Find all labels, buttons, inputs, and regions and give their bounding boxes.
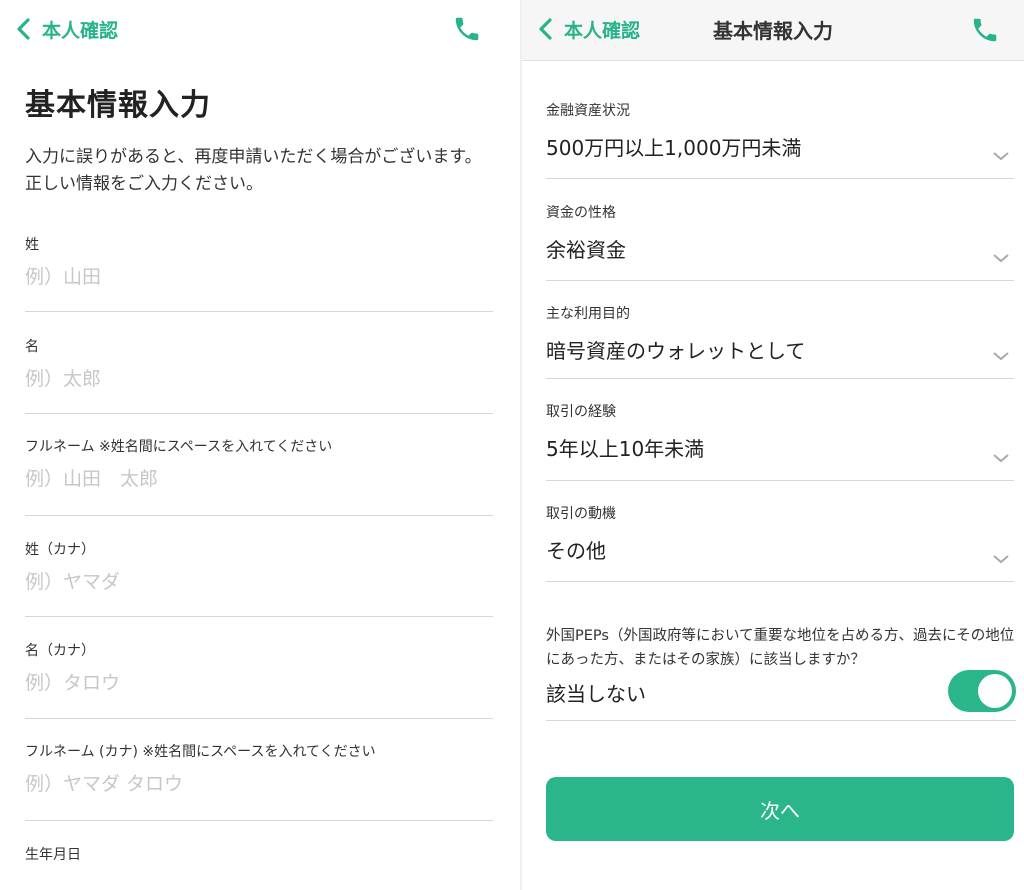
- chevron-down-icon: [993, 152, 1009, 161]
- nav-title: 基本情報入力: [713, 19, 833, 43]
- last-name-kana-field: 姓（カナ）: [25, 539, 493, 617]
- right-screen: 本人確認 基本情報入力 金融資産状況 500万円以上1,000万円未満 資金の性…: [522, 0, 1024, 890]
- last-name-kana-input[interactable]: [25, 571, 493, 593]
- peps-toggle[interactable]: [948, 670, 1016, 712]
- field-note: ※姓名間にスペースを入れてください: [142, 744, 376, 760]
- peps-question: 外国PEPs（外国政府等において重要な地位を占める方、過去にその地位にあった方、…: [546, 628, 1015, 668]
- full-name-kana-field: フルネーム (カナ) ※姓名間にスペースを入れてください: [25, 741, 493, 821]
- fund-nature-select[interactable]: 資金の性格 余裕資金: [546, 202, 1014, 281]
- field-label: 資金の性格: [546, 205, 616, 221]
- nav-bar: 本人確認: [0, 0, 520, 58]
- field-label: 金融資産状況: [546, 103, 630, 119]
- field-label: 取引の経験: [546, 404, 616, 420]
- field-label: フルネーム (カナ) ※姓名間にスペースを入れてください: [25, 741, 493, 761]
- select-value: その他: [546, 539, 606, 563]
- trading-motive-select[interactable]: 取引の動機 その他: [546, 503, 1014, 582]
- phone-icon[interactable]: [970, 15, 1000, 45]
- select-value: 5年以上10年未満: [546, 437, 705, 461]
- chevron-down-icon: [993, 254, 1009, 263]
- trading-experience-select[interactable]: 取引の経験 5年以上10年未満: [546, 401, 1014, 481]
- last-name-field: 姓: [25, 234, 493, 312]
- full-name-field: フルネーム ※姓名間にスペースを入れてください: [25, 436, 493, 516]
- left-screen: 本人確認 基本情報入力 入力に誤りがあると、再度申請いただく場合がございます。正…: [0, 0, 520, 890]
- financial-assets-select[interactable]: 金融資産状況 500万円以上1,000万円未満: [546, 100, 1014, 179]
- field-label-text: フルネーム (カナ): [25, 744, 138, 760]
- full-name-input[interactable]: [25, 468, 493, 490]
- first-name-field: 名: [25, 336, 493, 414]
- peps-answer: 該当しない: [546, 682, 646, 706]
- next-button[interactable]: 次へ: [546, 777, 1014, 841]
- first-name-kana-field: 名（カナ）: [25, 640, 493, 719]
- field-label: 姓: [25, 237, 39, 253]
- toggle-knob: [978, 674, 1012, 708]
- field-label: 姓（カナ）: [25, 542, 95, 558]
- chevron-down-icon: [993, 454, 1009, 463]
- lead-text: 入力に誤りがあると、再度申請いただく場合がございます。正しい情報をご入力ください…: [25, 147, 482, 194]
- last-name-input[interactable]: [25, 266, 493, 288]
- first-name-input[interactable]: [25, 368, 493, 390]
- page-title: 基本情報入力: [25, 88, 211, 123]
- field-label: 取引の動機: [546, 506, 616, 522]
- first-name-kana-input[interactable]: [25, 672, 493, 694]
- field-note: ※姓名間にスペースを入れてください: [99, 439, 333, 455]
- field-label-text: フルネーム: [25, 439, 95, 455]
- field-label: 名: [25, 339, 39, 355]
- chevron-down-icon: [993, 555, 1009, 564]
- chevron-down-icon: [993, 352, 1009, 361]
- back-label: 本人確認: [42, 19, 119, 42]
- select-value: 暗号資産のウォレットとして: [546, 339, 806, 363]
- select-value: 余裕資金: [546, 238, 626, 262]
- nav-bar: 本人確認 基本情報入力: [522, 0, 1024, 61]
- full-name-kana-input[interactable]: [25, 773, 493, 795]
- select-value: 500万円以上1,000万円未満: [546, 136, 802, 160]
- field-label: 名（カナ）: [25, 643, 95, 659]
- chevron-left-icon: [17, 18, 30, 40]
- field-label: フルネーム ※姓名間にスペースを入れてください: [25, 436, 493, 456]
- field-label: 生年月日: [25, 847, 81, 863]
- peps-toggle-row: 該当しない: [546, 668, 1016, 721]
- field-label: 主な利用目的: [546, 306, 630, 322]
- birthdate-field[interactable]: 生年月日: [25, 844, 493, 884]
- usage-purpose-select[interactable]: 主な利用目的 暗号資産のウォレットとして: [546, 303, 1014, 379]
- back-button[interactable]: 本人確認: [14, 14, 118, 44]
- phone-icon[interactable]: [452, 14, 482, 44]
